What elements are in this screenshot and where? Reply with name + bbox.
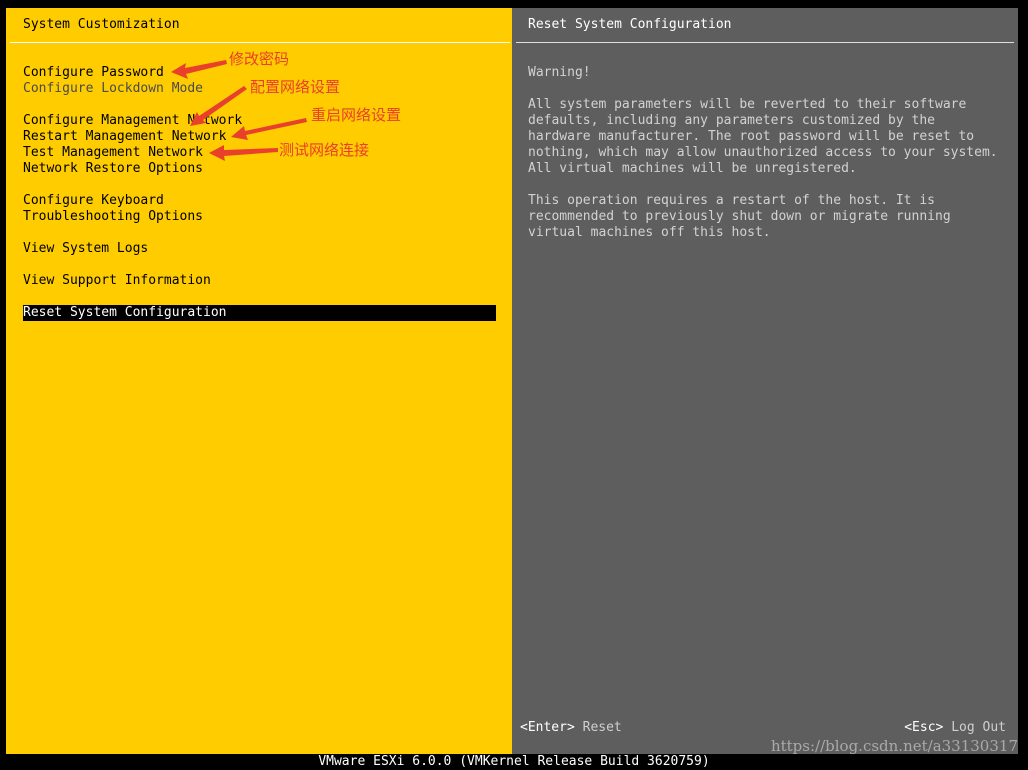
right-panel-title: Reset System Configuration [528,17,732,32]
system-customization-panel: System Customization Configure Password … [6,8,512,754]
warning-text-line: All system parameters will be reverted t… [528,97,967,112]
warning-heading: Warning! [528,65,591,80]
logout-key-hint[interactable]: <Esc> Log Out [904,720,1006,736]
reset-action-label: Reset [582,720,622,735]
menu-item-configure-password[interactable]: Configure Password [23,65,496,81]
menu-item-network-restore-options[interactable]: Network Restore Options [23,161,496,177]
warning-text-line: nothing, which may allow unauthorized ac… [528,145,998,160]
status-bar: VMware ESXi 6.0.0 (VMKernel Release Buil… [0,738,1028,770]
reset-configuration-panel: Reset System Configuration Warning! All … [512,8,1018,754]
menu-item-reset-system-configuration[interactable]: Reset System Configuration [23,305,496,321]
warning-text-line: hardware manufacturer. The root password… [528,129,975,144]
reset-key-hint[interactable]: <Enter> Reset [520,720,622,736]
logout-action-label: Log Out [951,720,1006,735]
menu-item-view-support-information[interactable]: View Support Information [23,273,496,289]
restart-note-line: virtual machines off this host. [528,225,771,240]
esc-key-label: <Esc> [904,720,944,735]
watermark-text: https://blog.csdn.net/a33130317 [770,737,1018,755]
version-build-text: VMware ESXi 6.0.0 (VMKernel Release Buil… [318,754,710,769]
restart-note-line: recommended to previously shut down or m… [528,209,951,224]
menu-item-configure-management-network[interactable]: Configure Management Network [23,113,496,129]
menu-item-configure-keyboard[interactable]: Configure Keyboard [23,193,496,209]
customization-menu: Configure Password Configure Lockdown Mo… [6,8,512,754]
enter-key-label: <Enter> [520,720,575,735]
menu-item-troubleshooting-options[interactable]: Troubleshooting Options [23,209,496,225]
restart-note-line: This operation requires a restart of the… [528,193,935,208]
warning-text-line: All virtual machines will be unregistere… [528,161,857,176]
menu-item-restart-management-network[interactable]: Restart Management Network [23,129,496,145]
esxi-dcui-screen: System Customization Configure Password … [0,0,1028,770]
menu-item-test-management-network[interactable]: Test Management Network [23,145,496,161]
menu-item-configure-lockdown-mode[interactable]: Configure Lockdown Mode [23,81,496,97]
menu-item-view-system-logs[interactable]: View System Logs [23,241,496,257]
warning-text-line: defaults, including any parameters custo… [528,113,935,128]
right-header-divider [516,42,1014,43]
